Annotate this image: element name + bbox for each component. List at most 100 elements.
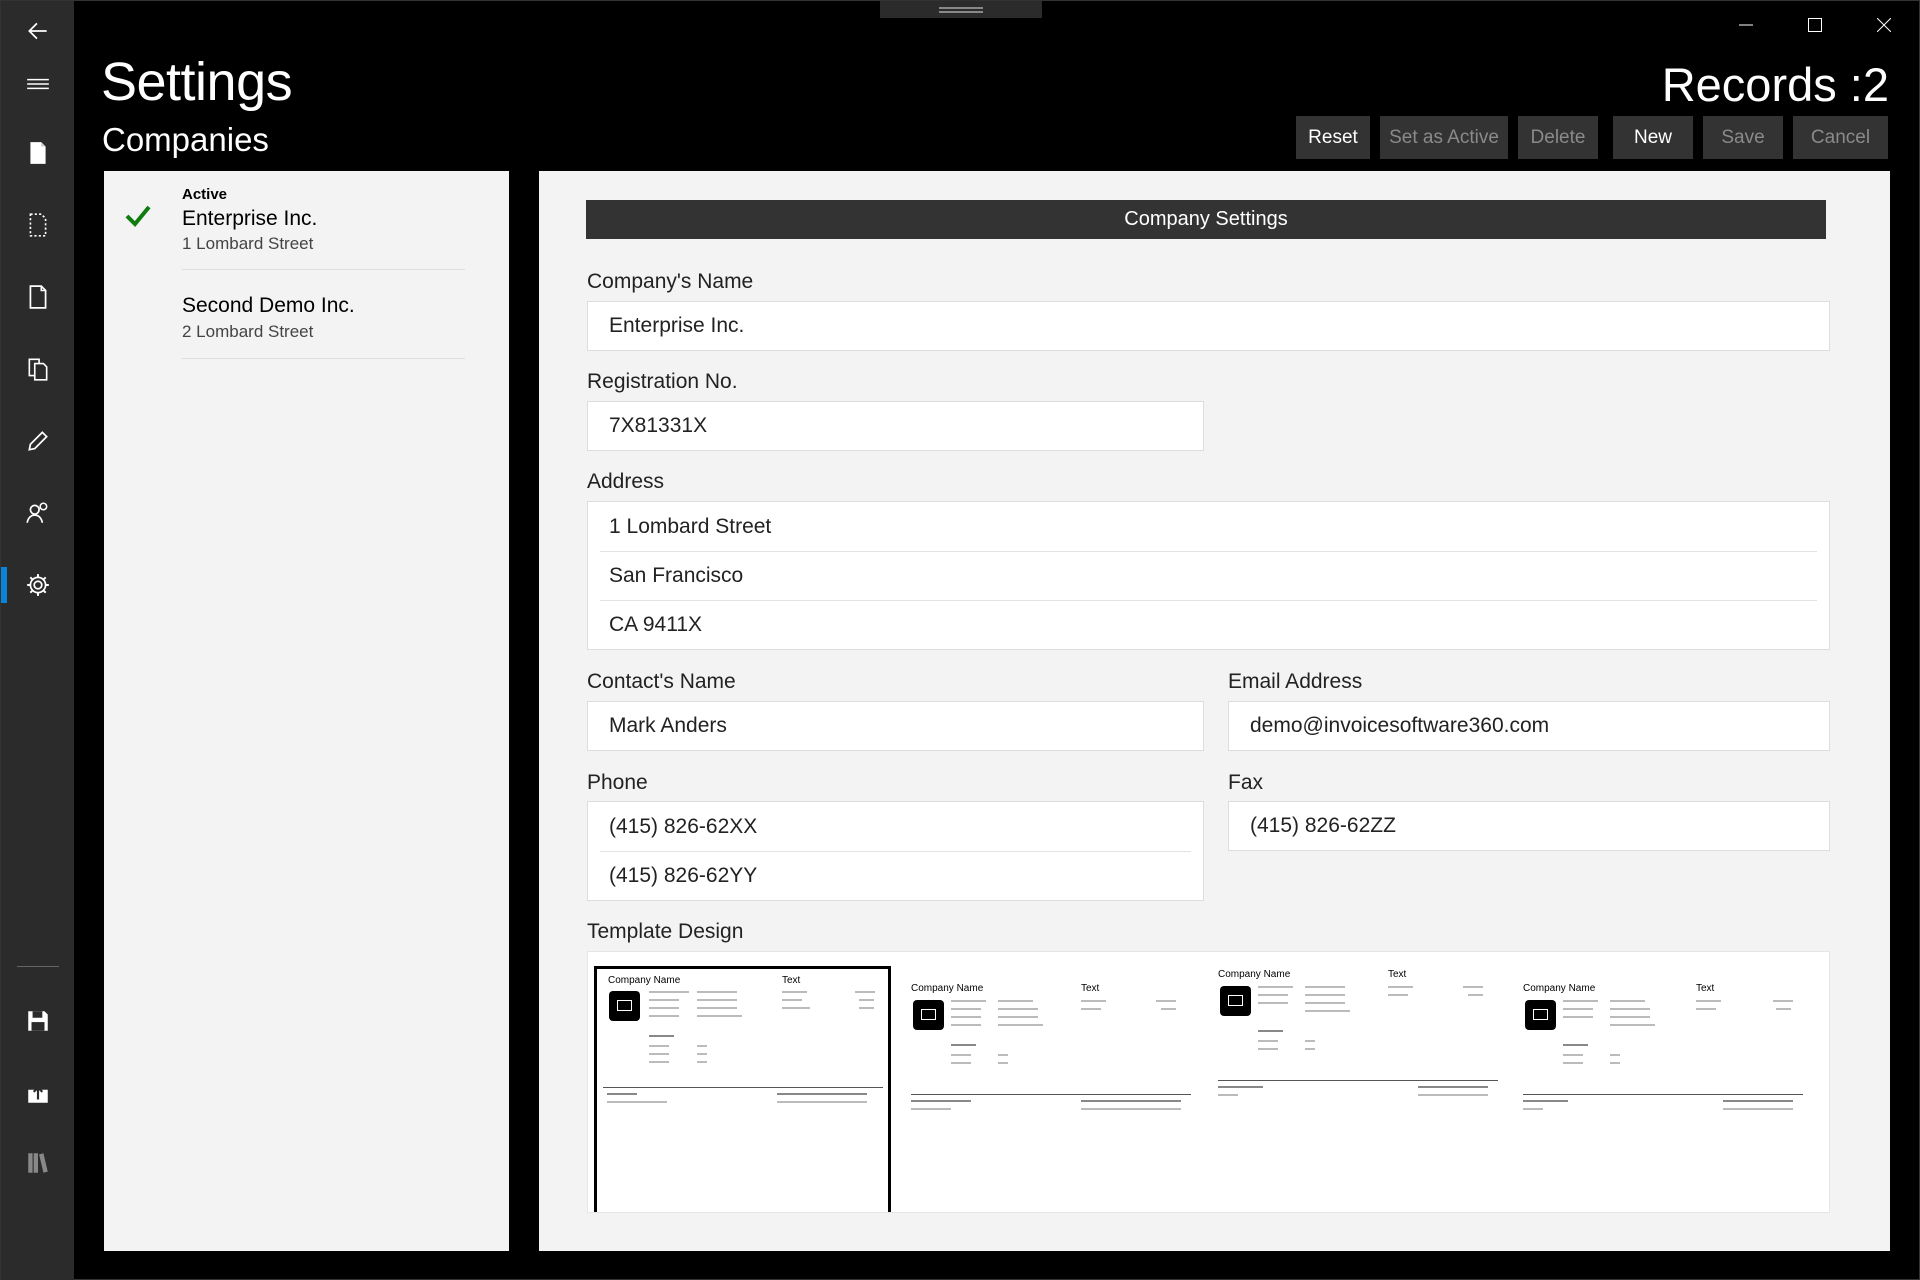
minimize-icon bbox=[1738, 24, 1753, 26]
registration-value: 7X81331X bbox=[609, 414, 708, 437]
list-item[interactable]: Active Enterprise Inc. 1 Lombard Street bbox=[104, 171, 509, 271]
maximize-icon bbox=[1807, 18, 1822, 32]
contact-field[interactable]: Mark Anders bbox=[587, 701, 1204, 751]
document-icon bbox=[29, 142, 46, 164]
template-text: Text bbox=[1388, 969, 1407, 980]
fax-label: Fax bbox=[1228, 771, 1264, 794]
library-icon bbox=[27, 1153, 48, 1173]
copy-documents-icon bbox=[28, 358, 47, 381]
nav-item-edit[interactable] bbox=[1, 411, 74, 471]
companies-list: Active Enterprise Inc. 1 Lombard Street … bbox=[104, 171, 509, 1251]
template-logo bbox=[913, 1000, 944, 1030]
email-field[interactable]: demo@invoicesoftware360.com bbox=[1228, 701, 1830, 751]
nav-item-settings[interactable] bbox=[1, 555, 74, 615]
delete-button[interactable]: Delete bbox=[1518, 116, 1598, 159]
back-arrow-icon bbox=[27, 22, 47, 40]
email-value: demo@invoicesoftware360.com bbox=[1250, 714, 1550, 737]
nav-item-customers[interactable] bbox=[1, 483, 74, 543]
address-line: 1 Lombard Street bbox=[609, 515, 772, 538]
company-address: 2 Lombard Street bbox=[182, 322, 314, 341]
template-text: Text bbox=[1081, 983, 1100, 994]
nav-rail bbox=[1, 1, 74, 1280]
phone-value: (415) 826-62XX bbox=[609, 815, 758, 838]
template-logo bbox=[1525, 1000, 1556, 1030]
template-logo bbox=[1220, 986, 1251, 1016]
active-tag: Active bbox=[182, 186, 228, 203]
company-address: 1 Lombard Street bbox=[182, 234, 314, 253]
nav-item-upload[interactable] bbox=[1, 1063, 74, 1123]
address-label: Address bbox=[587, 470, 665, 493]
company-name: Second Demo Inc. bbox=[182, 294, 355, 317]
company-name: Enterprise Inc. bbox=[182, 207, 318, 230]
template-option[interactable]: Company Name Text bbox=[1518, 966, 1815, 1212]
phone-value: (415) 826-62YY bbox=[609, 864, 758, 887]
list-item[interactable]: Second Demo Inc. 2 Lombard Street bbox=[104, 271, 509, 359]
field-divider bbox=[600, 851, 1191, 852]
list-divider bbox=[182, 269, 465, 270]
minimize-button[interactable] bbox=[1711, 1, 1780, 49]
document-outline-icon bbox=[29, 285, 46, 309]
registration-label: Registration No. bbox=[587, 370, 738, 393]
nav-item-invoices[interactable] bbox=[1, 123, 74, 183]
template-text: Text bbox=[1696, 983, 1715, 994]
cancel-button[interactable]: Cancel bbox=[1793, 116, 1888, 159]
template-company-name: Company Name bbox=[911, 983, 984, 994]
company-settings-panel: Company Settings Company's Name Enterpri… bbox=[539, 171, 1890, 1251]
records-count: Records :2 bbox=[1661, 58, 1889, 111]
set-active-button[interactable]: Set as Active bbox=[1380, 116, 1508, 159]
document-dashed-icon bbox=[29, 213, 46, 237]
nav-item-quotes[interactable] bbox=[1, 267, 74, 327]
template-company-name: Company Name bbox=[1218, 969, 1291, 980]
hamburger-menu-button[interactable] bbox=[1, 54, 74, 114]
page-subtitle: Companies bbox=[102, 121, 269, 158]
address-field[interactable]: 1 Lombard Street San Francisco CA 9411X bbox=[587, 501, 1830, 650]
list-divider bbox=[182, 358, 465, 359]
close-button[interactable] bbox=[1849, 1, 1918, 49]
registration-field[interactable]: 7X81331X bbox=[587, 401, 1204, 451]
nav-item-drafts[interactable] bbox=[1, 195, 74, 255]
template-logo bbox=[609, 991, 640, 1021]
checkmark-icon bbox=[125, 205, 151, 227]
fax-value: (415) 826-62ZZ bbox=[1250, 814, 1396, 837]
nav-item-save[interactable] bbox=[1, 991, 74, 1051]
maximize-button[interactable] bbox=[1780, 1, 1849, 49]
template-text: Text bbox=[782, 975, 801, 986]
phone-label: Phone bbox=[587, 771, 648, 794]
window-controls bbox=[1711, 1, 1919, 49]
drag-grip[interactable] bbox=[880, 1, 1042, 18]
nav-divider bbox=[17, 966, 59, 967]
template-label: Template Design bbox=[587, 920, 744, 943]
company-name-value: Enterprise Inc. bbox=[609, 314, 745, 337]
template-option[interactable]: Company Name Text bbox=[906, 966, 1203, 1212]
pencil-icon bbox=[27, 431, 48, 451]
app-window: Settings Companies Records :2 Reset Set … bbox=[0, 0, 1920, 1280]
contact-value: Mark Anders bbox=[609, 714, 727, 737]
template-gallery: Company Name Text Company Name Text Comp… bbox=[587, 951, 1830, 1213]
field-divider bbox=[600, 551, 1817, 552]
close-icon bbox=[1876, 18, 1891, 32]
template-option[interactable]: Company Name Text bbox=[594, 966, 891, 1212]
phone-field[interactable]: (415) 826-62XX (415) 826-62YY bbox=[587, 801, 1204, 901]
template-company-name: Company Name bbox=[1523, 983, 1596, 994]
upload-icon bbox=[27, 1086, 48, 1103]
people-icon bbox=[25, 502, 47, 523]
gear-icon bbox=[26, 574, 49, 596]
save-button[interactable]: Save bbox=[1703, 116, 1783, 159]
fax-field[interactable]: (415) 826-62ZZ bbox=[1228, 801, 1830, 851]
company-name-field[interactable]: Enterprise Inc. bbox=[587, 301, 1830, 351]
template-option[interactable]: Company Name Text bbox=[1213, 966, 1510, 1212]
reset-button[interactable]: Reset bbox=[1296, 116, 1370, 159]
section-header: Company Settings bbox=[586, 200, 1826, 239]
nav-item-library[interactable] bbox=[1, 1133, 74, 1193]
new-button[interactable]: New bbox=[1613, 116, 1693, 159]
address-line: San Francisco bbox=[609, 564, 744, 587]
back-button[interactable] bbox=[1, 1, 74, 61]
nav-item-copies[interactable] bbox=[1, 339, 74, 399]
save-disk-icon bbox=[27, 1011, 48, 1031]
page-title: Settings bbox=[101, 52, 293, 112]
company-name-label: Company's Name bbox=[587, 270, 754, 293]
email-label: Email Address bbox=[1228, 670, 1363, 693]
template-company-name: Company Name bbox=[608, 975, 681, 986]
field-divider bbox=[600, 600, 1817, 601]
address-line: CA 9411X bbox=[609, 613, 703, 636]
